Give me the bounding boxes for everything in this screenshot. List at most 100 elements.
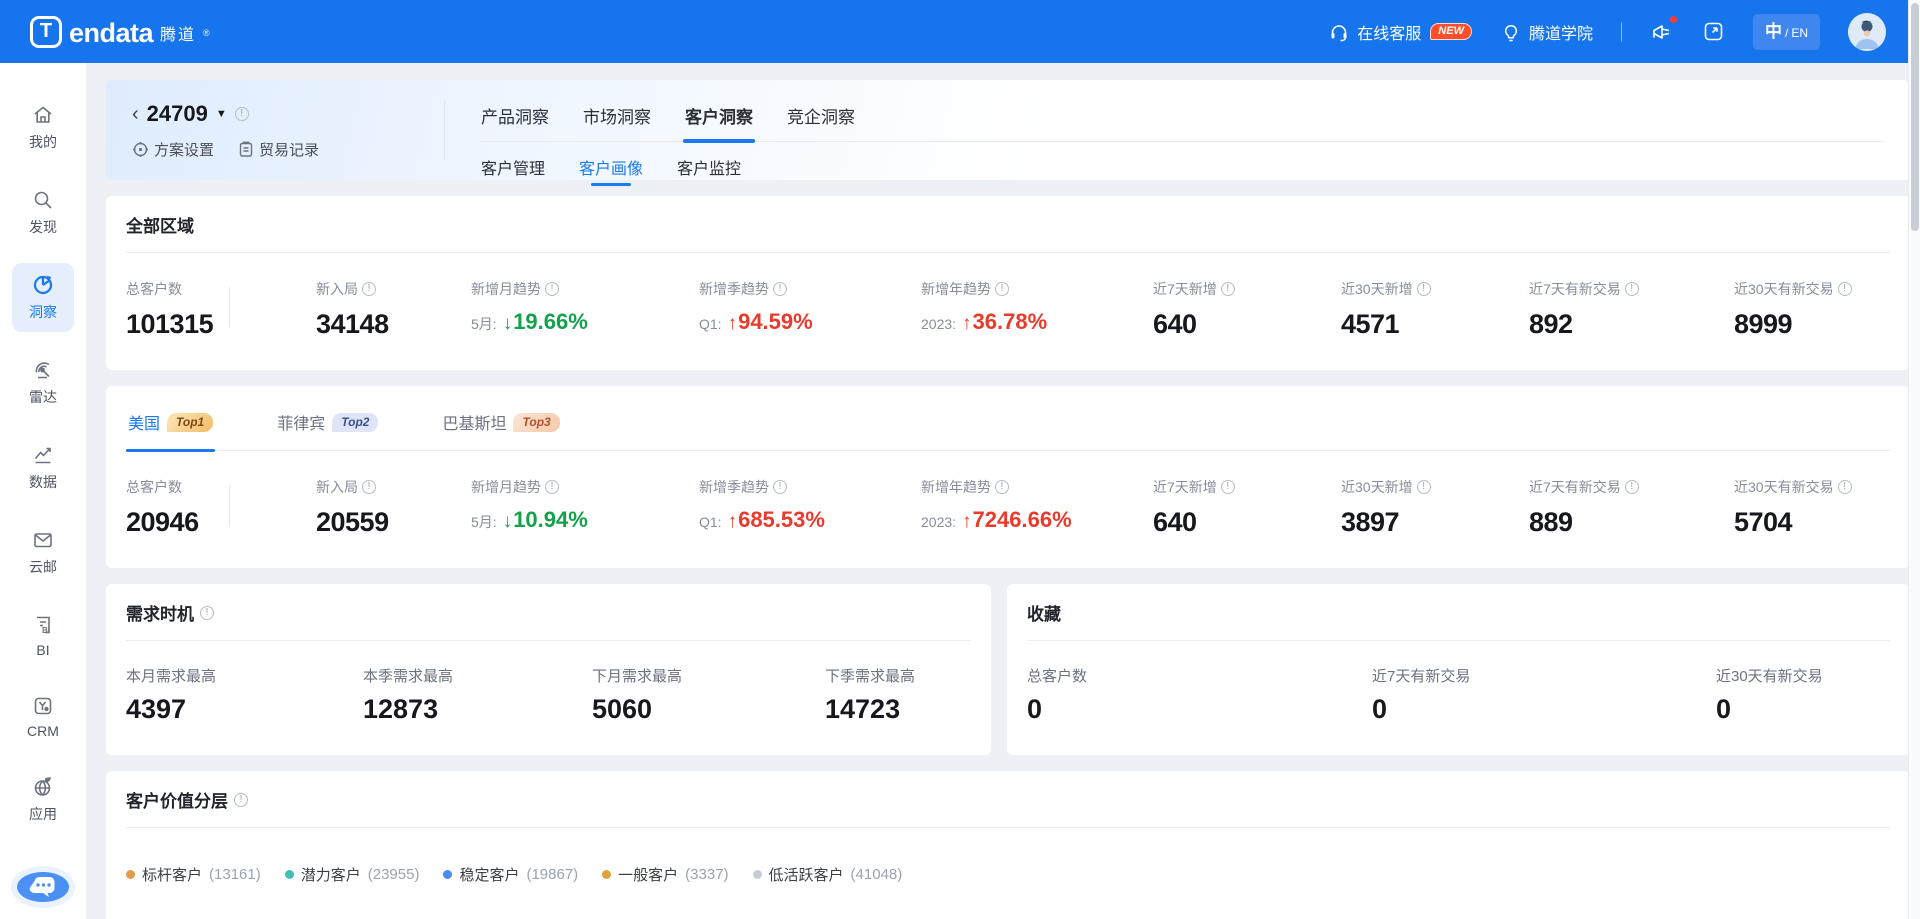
stat-new-30d: 近30天新增 4571	[1341, 279, 1529, 340]
legend-benchmark-customers[interactable]: 标杆客户 (13161)	[126, 864, 261, 885]
user-avatar[interactable]	[1848, 13, 1886, 51]
stat-trade-30d: 近30天有新交易 8999	[1734, 279, 1886, 340]
back-icon[interactable]: ‹	[132, 104, 139, 124]
trade-records-link[interactable]: 贸易记录	[238, 139, 319, 160]
plan-settings-link[interactable]: 方案设置	[132, 139, 214, 160]
scrollbar-thumb[interactable]	[1911, 3, 1919, 231]
plan-selector-block: ‹ 24709 ▼ 方案设置 贸易记录	[132, 80, 444, 180]
info-icon[interactable]	[773, 282, 787, 296]
legend-stable-customers[interactable]: 稳定客户 (19867)	[443, 864, 578, 885]
info-icon[interactable]	[1625, 282, 1639, 296]
subtab-customer-profile[interactable]: 客户画像	[577, 153, 645, 180]
logo-brand: endata	[69, 18, 153, 48]
sidebar: 我的 发现 洞察 雷达 数据 云邮 BI BI CRM	[0, 63, 86, 919]
info-icon[interactable]	[1417, 282, 1431, 296]
top2-badge: Top2	[332, 413, 378, 432]
all-region-card: 全部区域 总客户数 101315 新入局 34148 新增月趋势 5月:↓19.…	[106, 196, 1910, 370]
online-service-link[interactable]: 在线客服 NEW	[1328, 20, 1472, 44]
info-icon[interactable]	[1221, 480, 1235, 494]
arrow-up-icon: ↑	[728, 313, 738, 334]
info-icon[interactable]	[1417, 480, 1431, 494]
tendata-logo[interactable]: T endata 腾道 ®	[30, 16, 210, 48]
fullscreen-button[interactable]	[1702, 20, 1725, 43]
sidebar-item-apps[interactable]: 应用	[12, 775, 74, 824]
sidebar-item-cloudmail[interactable]: 云邮	[12, 528, 74, 577]
topbar-divider	[1621, 22, 1622, 42]
stat-new-entrants: 新入局 20559	[316, 477, 471, 538]
announcements-button[interactable]	[1650, 20, 1674, 44]
country-card: 美国 Top1 菲律宾 Top2 巴基斯坦 Top3 总客户数 20946	[106, 386, 1910, 568]
info-icon[interactable]	[1838, 480, 1852, 494]
settings-target-icon	[132, 141, 149, 158]
home-icon	[12, 103, 74, 127]
plan-id[interactable]: 24709	[147, 101, 208, 127]
info-icon[interactable]	[1625, 480, 1639, 494]
sidebar-item-mine[interactable]: 我的	[12, 103, 74, 152]
stat-monthly-trend: 新增月趋势 5月:↓19.66%	[471, 279, 699, 340]
tab-competitor-insight[interactable]: 竞企洞察	[785, 95, 857, 141]
crm-icon	[12, 694, 74, 718]
sidebar-item-label: 云邮	[12, 557, 74, 577]
lang-sep: /	[1785, 26, 1788, 40]
academy-link[interactable]: 腾道学院	[1500, 20, 1593, 44]
section-title: 收藏	[1027, 600, 1061, 625]
section-title: 全部区域	[126, 212, 194, 237]
legend-dot-icon	[443, 870, 452, 879]
sidebar-item-crm[interactable]: CRM	[12, 694, 74, 739]
country-tab-pakistan[interactable]: 巴基斯坦 Top3	[440, 406, 561, 450]
info-icon[interactable]	[235, 107, 249, 121]
top1-badge: Top1	[167, 413, 213, 432]
stat-new-7d: 近7天新增 640	[1153, 477, 1341, 538]
stat-new-30d: 近30天新增 3897	[1341, 477, 1529, 538]
sidebar-item-label: 洞察	[16, 302, 70, 322]
page-scrollbar[interactable]	[1908, 0, 1920, 919]
topbar-right: 在线客服 NEW 腾道学院 中 / EN	[1328, 13, 1886, 51]
info-icon[interactable]	[545, 282, 559, 296]
country-tab-philippines[interactable]: 菲律宾 Top2	[275, 406, 380, 450]
language-toggle[interactable]: 中 / EN	[1753, 14, 1820, 50]
info-icon[interactable]	[200, 606, 214, 620]
country-tab-usa[interactable]: 美国 Top1	[126, 406, 215, 450]
legend-general-customers[interactable]: 一般客户 (3337)	[602, 864, 728, 885]
info-icon[interactable]	[1838, 282, 1852, 296]
stat-total-customers: 总客户数 20946	[126, 477, 316, 538]
sidebar-item-discover[interactable]: 发现	[12, 188, 74, 237]
legend-dot-icon	[285, 870, 294, 879]
tab-market-insight[interactable]: 市场洞察	[581, 95, 653, 141]
demand-stats: 本月需求最高 4397 本季需求最高 12873 下月需求最高 5060 下季需…	[126, 641, 971, 725]
info-icon[interactable]	[234, 793, 248, 807]
stat-trade-7d: 近7天有新交易 892	[1529, 279, 1734, 340]
country-tabs: 美国 Top1 菲律宾 Top2 巴基斯坦 Top3	[126, 386, 1890, 451]
stat-total-customers: 总客户数 101315	[126, 279, 316, 340]
chevron-down-icon[interactable]: ▼	[216, 108, 227, 120]
info-icon[interactable]	[362, 282, 376, 296]
stat-new-entrants: 新入局 34148	[316, 279, 471, 340]
stat-new-7d: 近7天新增 640	[1153, 279, 1341, 340]
chat-support-button[interactable]	[17, 872, 69, 902]
sidebar-item-radar[interactable]: 雷达	[12, 358, 74, 407]
trade-records-label: 贸易记录	[259, 139, 319, 160]
bi-report-icon: BI	[12, 613, 74, 637]
sidebar-item-label: 应用	[12, 804, 74, 824]
search-icon	[12, 188, 74, 212]
svg-text:BI: BI	[42, 626, 50, 635]
info-icon[interactable]	[1221, 282, 1235, 296]
headset-icon	[1328, 21, 1350, 43]
online-service-label: 在线客服	[1357, 20, 1421, 44]
tab-customer-insight[interactable]: 客户洞察	[683, 95, 755, 141]
info-icon[interactable]	[995, 282, 1009, 296]
sidebar-item-data[interactable]: 数据	[12, 443, 74, 492]
subtab-customer-monitor[interactable]: 客户监控	[675, 153, 743, 180]
line-chart-icon	[12, 443, 74, 467]
info-icon[interactable]	[995, 480, 1009, 494]
info-icon[interactable]	[362, 480, 376, 494]
info-icon[interactable]	[545, 480, 559, 494]
tab-product-insight[interactable]: 产品洞察	[479, 95, 551, 141]
sidebar-item-insight[interactable]: 洞察	[12, 263, 74, 332]
header-card: ‹ 24709 ▼ 方案设置 贸易记录	[106, 80, 1910, 180]
subtab-customer-management[interactable]: 客户管理	[479, 153, 547, 180]
sidebar-item-bi[interactable]: BI BI	[12, 613, 74, 658]
legend-potential-customers[interactable]: 潜力客户 (23955)	[285, 864, 420, 885]
legend-low-activity-customers[interactable]: 低活跃客户 (41048)	[753, 864, 903, 885]
info-icon[interactable]	[773, 480, 787, 494]
